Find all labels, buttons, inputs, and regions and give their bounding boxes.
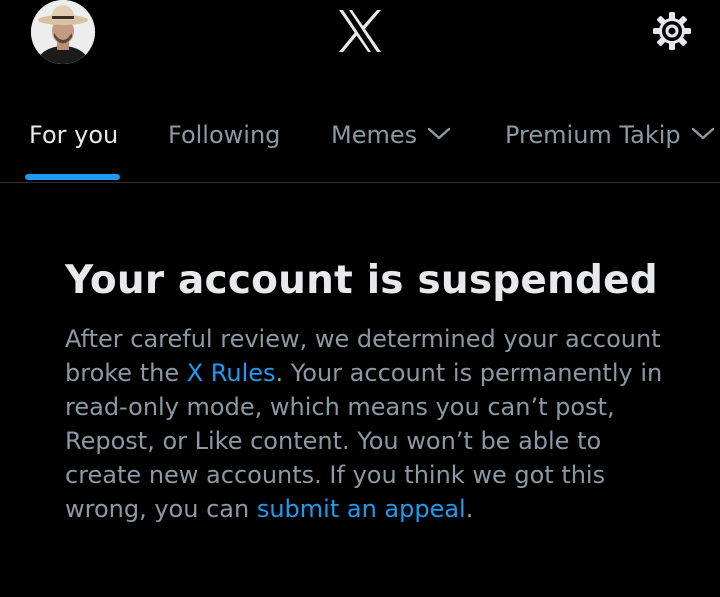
chevron-down-icon (691, 127, 714, 139)
top-bar (0, 0, 720, 90)
tab-label: Premium Takip (505, 121, 681, 149)
tab-memes[interactable]: Memes (331, 120, 451, 150)
notice-body: After careful review, we determined your… (65, 322, 665, 526)
tab-for-you[interactable]: For you (29, 120, 118, 150)
tab-label: For you (29, 121, 119, 149)
avatar[interactable] (31, 0, 95, 64)
tab-label: Following (168, 121, 281, 149)
timeline-tabs: For you Following Memes Premium Takip (0, 100, 720, 183)
chevron-down-icon (427, 127, 451, 139)
tab-premium-takip[interactable]: Premium Takip (505, 120, 715, 150)
active-tab-indicator (25, 174, 120, 180)
notice-title: Your account is suspended (65, 258, 658, 303)
suspension-notice: Your account is suspended After careful … (65, 256, 665, 526)
profile-avatar-image (31, 0, 95, 64)
submit-appeal-link[interactable]: submit an appeal (257, 495, 466, 523)
x-rules-link[interactable]: X Rules (187, 359, 276, 387)
x-logo-icon[interactable] (337, 8, 383, 54)
tab-label: Memes (331, 121, 418, 149)
gear-icon[interactable] (650, 9, 694, 53)
tab-following[interactable]: Following (168, 120, 280, 150)
notice-text-part: . (465, 495, 474, 523)
